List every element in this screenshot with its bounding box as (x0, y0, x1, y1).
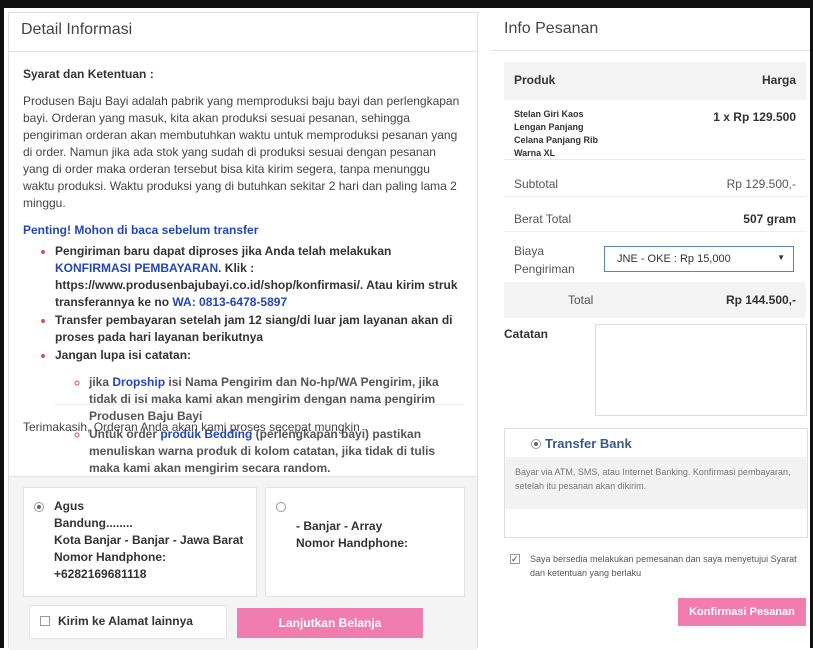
catatan-label: Catatan (504, 327, 549, 341)
sub-rule-item: jika Dropship isi Nama Pengirim dan No-h… (89, 374, 453, 425)
important-notice: Penting! Mohon di baca sebelum transfer (23, 223, 259, 237)
order-table-header: Produk Harga (504, 62, 806, 100)
address-city: - Banjar - Array (296, 519, 383, 533)
screenshot-border-left (0, 0, 4, 648)
chevron-down-icon: ▼ (777, 253, 785, 262)
konfirmasi-pembayaran-link[interactable]: KONFIRMASI PEMBAYARAN. (55, 261, 221, 275)
address-card-1[interactable]: Agus Bandung........ Kota Banjar - Banja… (23, 487, 257, 597)
catatan-textarea[interactable] (595, 324, 807, 416)
weight-value: 507 gram (743, 212, 796, 226)
shipping-row: Biaya Pengiriman JNE - OKE : Rp 15,000 ▼ (504, 236, 806, 282)
detail-informasi-panel: Detail Informasi Syarat dan Ketentuan : … (8, 12, 478, 650)
payment-method-box[interactable]: Transfer Bank Bayar via ATM, SMS, atau I… (504, 428, 808, 538)
order-row: Stelan Giri Kaos Lengan Panjang Celana P… (504, 100, 806, 160)
dropship-link[interactable]: Dropship (112, 375, 165, 389)
col-harga: Harga (761, 73, 796, 87)
subtotal-value: Rp 129.500,- (726, 177, 796, 191)
transfer-bank-option[interactable]: Transfer Bank (505, 429, 807, 457)
kirim-alamat-lain-checkbox[interactable] (40, 616, 50, 626)
weight-row: Berat Total 507 gram (504, 202, 806, 232)
panel-gap (478, 12, 490, 648)
rule-item: Transfer pembayaran setelah jam 12 siang… (55, 312, 463, 346)
agreement-text: Saya bersedia melakukan pemesanan dan sa… (530, 554, 797, 578)
phone-label: Nomor Handphone: (296, 536, 408, 550)
info-pesanan-panel: Info Pesanan Produk Harga Stelan Giri Ka… (490, 12, 810, 648)
terms-content: Syarat dan Ketentuan : Produsen Baju Bay… (9, 66, 477, 475)
phone-label: Nomor Handphone: (54, 550, 166, 564)
total-label: Total (568, 293, 594, 307)
address-section: Agus Bandung........ Kota Banjar - Banja… (9, 476, 477, 650)
total-row: Total Rp 144.500,- (504, 282, 806, 318)
konfirmasi-pesanan-button[interactable]: Konfirmasi Pesanan (678, 598, 806, 626)
shipping-select[interactable]: JNE - OKE : Rp 15,000 ▼ (604, 246, 794, 272)
address-city: Kota Banjar - Banjar - Jawa Barat (54, 533, 244, 547)
rule-item: Pengiriman baru dapat diproses jika Anda… (55, 243, 463, 311)
agreement-checkbox[interactable] (510, 552, 520, 566)
col-produk: Produk (514, 73, 556, 87)
kirim-alamat-lain[interactable]: Kirim ke Alamat lainnya (29, 605, 227, 639)
terms-heading: Syarat dan Ketentuan : (23, 67, 154, 81)
rules-list: Pengiriman baru dapat diproses jika Anda… (23, 243, 463, 475)
rule-item: Jangan lupa isi catatan: jika Dropship i… (55, 347, 463, 475)
total-value: Rp 144.500,- (725, 293, 796, 307)
transfer-bank-radio[interactable] (531, 439, 541, 449)
address-line: Bandung........ (54, 516, 133, 530)
kirim-alamat-lain-label: Kirim ke Alamat lainnya (58, 614, 193, 628)
subtotal-label: Subtotal (514, 177, 559, 191)
address-card-2[interactable]: - Banjar - Array Nomor Handphone: (265, 487, 465, 597)
shipping-label: Biaya Pengiriman (514, 244, 575, 276)
panel-title: Detail Informasi (9, 13, 477, 52)
address-name: Agus (54, 499, 84, 513)
phone-number: +6282169681118 (54, 567, 147, 581)
weight-label: Berat Total (514, 212, 572, 226)
lanjutkan-belanja-button[interactable]: Lanjutkan Belanja (237, 608, 423, 638)
terms-paragraph: Produsen Baju Bayi adalah pabrik yang me… (23, 94, 460, 210)
address-1-radio[interactable] (34, 502, 44, 512)
whatsapp-link[interactable]: WA: 0813-6478-5897 (172, 295, 287, 309)
shipping-selected: JNE - OKE : Rp 15,000 (617, 253, 731, 265)
product-name: Stelan Giri Kaos Lengan Panjang Celana P… (514, 109, 599, 158)
sub-rules-list: jika Dropship isi Nama Pengirim dan No-h… (55, 364, 463, 475)
transfer-description: Bayar via ATM, SMS, atau Internet Bankin… (505, 457, 807, 509)
screenshot-border-top (0, 0, 813, 8)
address-2-radio[interactable] (276, 502, 286, 512)
product-price: 1 x Rp 129.500 (713, 110, 796, 124)
panel-title: Info Pesanan (490, 12, 810, 51)
transfer-bank-label: Transfer Bank (545, 436, 632, 451)
subtotal-row: Subtotal Rp 129.500,- (504, 167, 806, 197)
agreement[interactable]: Saya bersedia melakukan pemesanan dan sa… (504, 552, 804, 580)
